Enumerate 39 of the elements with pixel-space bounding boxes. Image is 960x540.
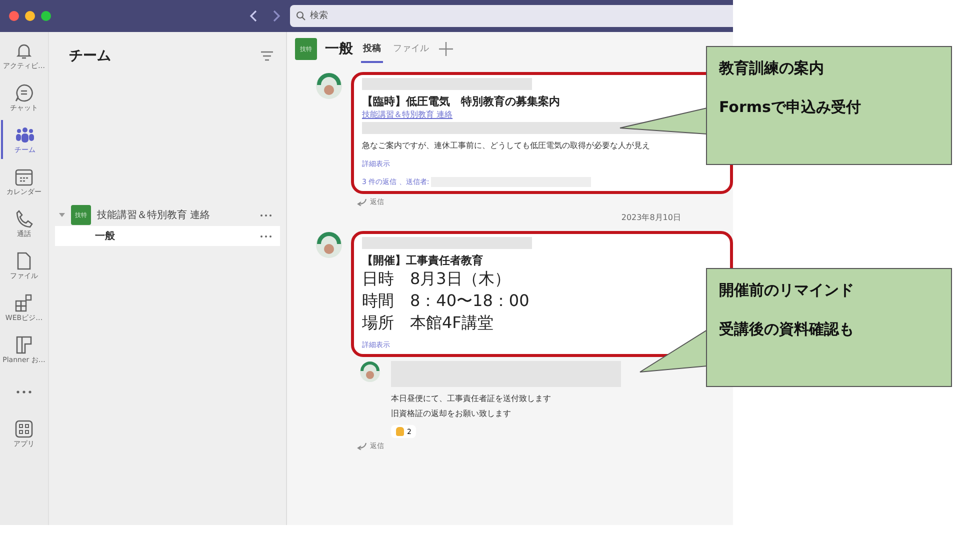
callout-title: 開催前のリマインド	[719, 281, 855, 300]
avatar-icon	[315, 231, 343, 259]
apps-grid-icon	[14, 418, 34, 438]
avatar-icon	[315, 72, 343, 100]
post-text: 急なご案内ですが、連休工事前に、どうしても低圧電気の取得が必要な人が見え	[362, 140, 651, 152]
panel-title: チーム	[69, 47, 111, 65]
avatar-icon	[359, 361, 381, 383]
reply-arrow-icon	[357, 198, 367, 206]
reply-text: 旧資格証の返却をお願い致します	[391, 408, 511, 420]
search-field[interactable]: 検索	[290, 5, 733, 27]
reply-arrow-icon	[357, 442, 367, 450]
phone-icon	[14, 208, 34, 228]
more-icon[interactable]	[260, 214, 272, 216]
post-title: 【開催】工事責任者教育	[362, 253, 484, 268]
search-icon	[296, 11, 306, 21]
more-icon[interactable]	[260, 234, 272, 238]
more-icon	[16, 390, 32, 394]
blocks-icon	[14, 292, 34, 312]
date-divider: 2023年8月10日	[620, 212, 682, 223]
add-icon[interactable]	[439, 42, 453, 56]
tab[interactable]: 投稿	[361, 36, 383, 62]
calendar-icon	[14, 166, 34, 186]
reply-text: 本日昼便にて、工事責任者証を送付致します	[391, 393, 551, 405]
board-icon	[14, 334, 34, 354]
callout-text: Formsで申込み受付	[719, 98, 862, 117]
callout-text: 受講後の資料確認も	[719, 320, 855, 339]
post-text: 時間 8：40〜18：00	[362, 290, 530, 312]
people-icon	[15, 124, 35, 144]
post-text: 日時 8月3日（木）	[362, 268, 512, 290]
back-icon[interactable]	[248, 9, 258, 23]
filter-icon[interactable]	[260, 50, 274, 62]
tab[interactable]: ファイル	[391, 36, 431, 62]
post-title: 【臨時】低圧電気 特別教育の募集案内	[362, 94, 561, 109]
callout-title: 教育訓練の案内	[719, 59, 825, 78]
channel-item[interactable]: 一般	[55, 226, 280, 246]
channel-title: 一般	[325, 40, 353, 58]
chat-icon	[14, 82, 34, 102]
post-text: 場所 本館4F講堂	[362, 312, 494, 334]
forward-icon[interactable]	[272, 9, 282, 23]
